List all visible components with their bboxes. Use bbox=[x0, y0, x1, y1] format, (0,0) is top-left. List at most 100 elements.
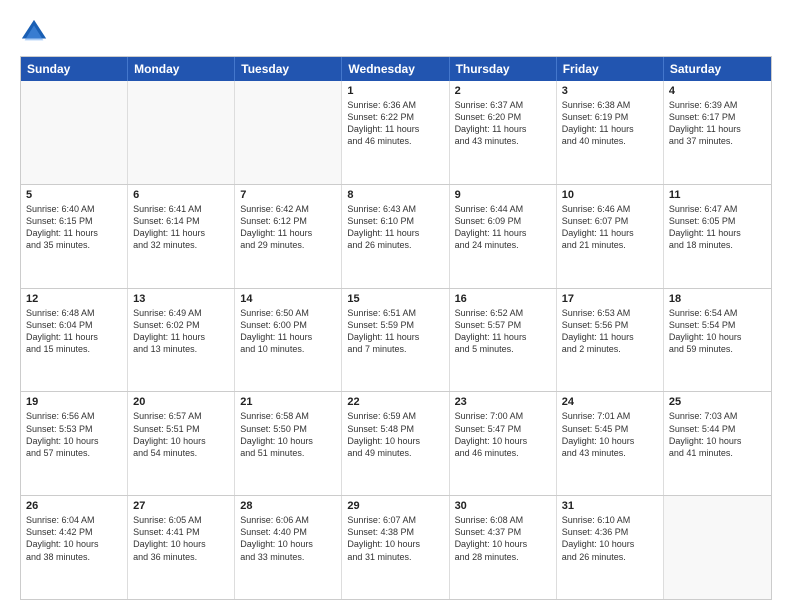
weekday-header-thursday: Thursday bbox=[450, 57, 557, 81]
day-info: Sunrise: 6:57 AM Sunset: 5:51 PM Dayligh… bbox=[133, 410, 229, 459]
day-cell-16: 16 Sunrise: 6:52 AM Sunset: 5:57 PM Dayli… bbox=[450, 289, 557, 392]
day-number: 28 bbox=[240, 500, 336, 512]
day-cell-5: 5Sunrise: 6:40 AM Sunset: 6:15 PM Daylig… bbox=[21, 185, 128, 288]
calendar-header: SundayMondayTuesdayWednesdayThursdayFrid… bbox=[21, 57, 771, 81]
weekday-header-tuesday: Tuesday bbox=[235, 57, 342, 81]
day-cell-6: 6 Sunrise: 6:41 AM Sunset: 6:14 PM Daylig… bbox=[128, 185, 235, 288]
day-cell-31: 31 Sunrise: 6:10 AM Sunset: 4:36 PM Dayli… bbox=[557, 496, 664, 599]
day-info: Sunrise: 6:37 AM Sunset: 6:20 PM Dayligh… bbox=[455, 99, 551, 148]
logo bbox=[20, 18, 52, 46]
day-number: 7 bbox=[240, 189, 336, 201]
day-info: Sunrise: 7:01 AM Sunset: 5:45 PM Dayligh… bbox=[562, 410, 658, 459]
calendar-row-4: 26 Sunrise: 6:04 AM Sunset: 4:42 PM Dayli… bbox=[21, 495, 771, 599]
day-cell-29: 29Sunrise: 6:07 AM Sunset: 4:38 PM Dayli… bbox=[342, 496, 449, 599]
day-number: 17 bbox=[562, 293, 658, 305]
day-number: 2 bbox=[455, 85, 551, 97]
day-number: 14 bbox=[240, 293, 336, 305]
day-cell-3: 3 Sunrise: 6:38 AM Sunset: 6:19 PM Daylig… bbox=[557, 81, 664, 184]
day-cell-22: 22Sunrise: 6:59 AM Sunset: 5:48 PM Dayli… bbox=[342, 392, 449, 495]
day-info: Sunrise: 6:43 AM Sunset: 6:10 PM Dayligh… bbox=[347, 203, 443, 252]
day-info: Sunrise: 6:51 AM Sunset: 5:59 PM Dayligh… bbox=[347, 307, 443, 356]
day-cell-11: 11Sunrise: 6:47 AM Sunset: 6:05 PM Dayli… bbox=[664, 185, 771, 288]
weekday-header-friday: Friday bbox=[557, 57, 664, 81]
day-number: 8 bbox=[347, 189, 443, 201]
weekday-header-monday: Monday bbox=[128, 57, 235, 81]
day-info: Sunrise: 6:04 AM Sunset: 4:42 PM Dayligh… bbox=[26, 514, 122, 563]
day-info: Sunrise: 6:41 AM Sunset: 6:14 PM Dayligh… bbox=[133, 203, 229, 252]
day-number: 23 bbox=[455, 396, 551, 408]
empty-cell bbox=[128, 81, 235, 184]
calendar-row-0: 1 Sunrise: 6:36 AM Sunset: 6:22 PM Daylig… bbox=[21, 81, 771, 184]
day-number: 26 bbox=[26, 500, 122, 512]
day-info: Sunrise: 6:39 AM Sunset: 6:17 PM Dayligh… bbox=[669, 99, 766, 148]
day-number: 31 bbox=[562, 500, 658, 512]
day-number: 1 bbox=[347, 85, 443, 97]
day-info: Sunrise: 6:08 AM Sunset: 4:37 PM Dayligh… bbox=[455, 514, 551, 563]
weekday-header-sunday: Sunday bbox=[21, 57, 128, 81]
day-cell-23: 23 Sunrise: 7:00 AM Sunset: 5:47 PM Dayli… bbox=[450, 392, 557, 495]
calendar-row-3: 19 Sunrise: 6:56 AM Sunset: 5:53 PM Dayli… bbox=[21, 391, 771, 495]
empty-cell bbox=[664, 496, 771, 599]
day-number: 6 bbox=[133, 189, 229, 201]
day-number: 24 bbox=[562, 396, 658, 408]
day-cell-13: 13Sunrise: 6:49 AM Sunset: 6:02 PM Dayli… bbox=[128, 289, 235, 392]
day-info: Sunrise: 6:59 AM Sunset: 5:48 PM Dayligh… bbox=[347, 410, 443, 459]
day-info: Sunrise: 6:42 AM Sunset: 6:12 PM Dayligh… bbox=[240, 203, 336, 252]
day-info: Sunrise: 6:56 AM Sunset: 5:53 PM Dayligh… bbox=[26, 410, 122, 459]
day-info: Sunrise: 7:03 AM Sunset: 5:44 PM Dayligh… bbox=[669, 410, 766, 459]
day-cell-25: 25 Sunrise: 7:03 AM Sunset: 5:44 PM Dayli… bbox=[664, 392, 771, 495]
day-info: Sunrise: 6:10 AM Sunset: 4:36 PM Dayligh… bbox=[562, 514, 658, 563]
day-info: Sunrise: 6:48 AM Sunset: 6:04 PM Dayligh… bbox=[26, 307, 122, 356]
day-info: Sunrise: 6:54 AM Sunset: 5:54 PM Dayligh… bbox=[669, 307, 766, 356]
day-cell-18: 18 Sunrise: 6:54 AM Sunset: 5:54 PM Dayli… bbox=[664, 289, 771, 392]
day-number: 4 bbox=[669, 85, 766, 97]
empty-cell bbox=[235, 81, 342, 184]
day-number: 13 bbox=[133, 293, 229, 305]
day-info: Sunrise: 6:58 AM Sunset: 5:50 PM Dayligh… bbox=[240, 410, 336, 459]
day-info: Sunrise: 6:38 AM Sunset: 6:19 PM Dayligh… bbox=[562, 99, 658, 148]
day-number: 30 bbox=[455, 500, 551, 512]
day-info: Sunrise: 6:47 AM Sunset: 6:05 PM Dayligh… bbox=[669, 203, 766, 252]
day-number: 3 bbox=[562, 85, 658, 97]
day-number: 21 bbox=[240, 396, 336, 408]
calendar: SundayMondayTuesdayWednesdayThursdayFrid… bbox=[20, 56, 772, 600]
calendar-row-2: 12 Sunrise: 6:48 AM Sunset: 6:04 PM Dayli… bbox=[21, 288, 771, 392]
weekday-header-wednesday: Wednesday bbox=[342, 57, 449, 81]
header bbox=[20, 18, 772, 46]
day-info: Sunrise: 6:52 AM Sunset: 5:57 PM Dayligh… bbox=[455, 307, 551, 356]
day-number: 10 bbox=[562, 189, 658, 201]
day-number: 15 bbox=[347, 293, 443, 305]
day-cell-4: 4 Sunrise: 6:39 AM Sunset: 6:17 PM Daylig… bbox=[664, 81, 771, 184]
day-number: 9 bbox=[455, 189, 551, 201]
day-number: 12 bbox=[26, 293, 122, 305]
day-cell-28: 28 Sunrise: 6:06 AM Sunset: 4:40 PM Dayli… bbox=[235, 496, 342, 599]
logo-icon bbox=[20, 18, 48, 46]
day-info: Sunrise: 7:00 AM Sunset: 5:47 PM Dayligh… bbox=[455, 410, 551, 459]
day-number: 19 bbox=[26, 396, 122, 408]
day-cell-15: 15 Sunrise: 6:51 AM Sunset: 5:59 PM Dayli… bbox=[342, 289, 449, 392]
day-number: 16 bbox=[455, 293, 551, 305]
empty-cell bbox=[21, 81, 128, 184]
day-cell-2: 2 Sunrise: 6:37 AM Sunset: 6:20 PM Daylig… bbox=[450, 81, 557, 184]
day-info: Sunrise: 6:36 AM Sunset: 6:22 PM Dayligh… bbox=[347, 99, 443, 148]
day-cell-24: 24 Sunrise: 7:01 AM Sunset: 5:45 PM Dayli… bbox=[557, 392, 664, 495]
day-cell-9: 9Sunrise: 6:44 AM Sunset: 6:09 PM Daylig… bbox=[450, 185, 557, 288]
day-cell-14: 14 Sunrise: 6:50 AM Sunset: 6:00 PM Dayli… bbox=[235, 289, 342, 392]
day-cell-30: 30 Sunrise: 6:08 AM Sunset: 4:37 PM Dayli… bbox=[450, 496, 557, 599]
day-info: Sunrise: 6:46 AM Sunset: 6:07 PM Dayligh… bbox=[562, 203, 658, 252]
day-info: Sunrise: 6:50 AM Sunset: 6:00 PM Dayligh… bbox=[240, 307, 336, 356]
day-info: Sunrise: 6:53 AM Sunset: 5:56 PM Dayligh… bbox=[562, 307, 658, 356]
day-cell-21: 21 Sunrise: 6:58 AM Sunset: 5:50 PM Dayli… bbox=[235, 392, 342, 495]
weekday-header-saturday: Saturday bbox=[664, 57, 771, 81]
day-number: 20 bbox=[133, 396, 229, 408]
day-cell-8: 8 Sunrise: 6:43 AM Sunset: 6:10 PM Daylig… bbox=[342, 185, 449, 288]
day-info: Sunrise: 6:05 AM Sunset: 4:41 PM Dayligh… bbox=[133, 514, 229, 563]
day-info: Sunrise: 6:40 AM Sunset: 6:15 PM Dayligh… bbox=[26, 203, 122, 252]
day-cell-26: 26 Sunrise: 6:04 AM Sunset: 4:42 PM Dayli… bbox=[21, 496, 128, 599]
day-cell-12: 12 Sunrise: 6:48 AM Sunset: 6:04 PM Dayli… bbox=[21, 289, 128, 392]
day-cell-1: 1 Sunrise: 6:36 AM Sunset: 6:22 PM Daylig… bbox=[342, 81, 449, 184]
day-info: Sunrise: 6:07 AM Sunset: 4:38 PM Dayligh… bbox=[347, 514, 443, 563]
day-number: 25 bbox=[669, 396, 766, 408]
day-info: Sunrise: 6:06 AM Sunset: 4:40 PM Dayligh… bbox=[240, 514, 336, 563]
day-number: 18 bbox=[669, 293, 766, 305]
